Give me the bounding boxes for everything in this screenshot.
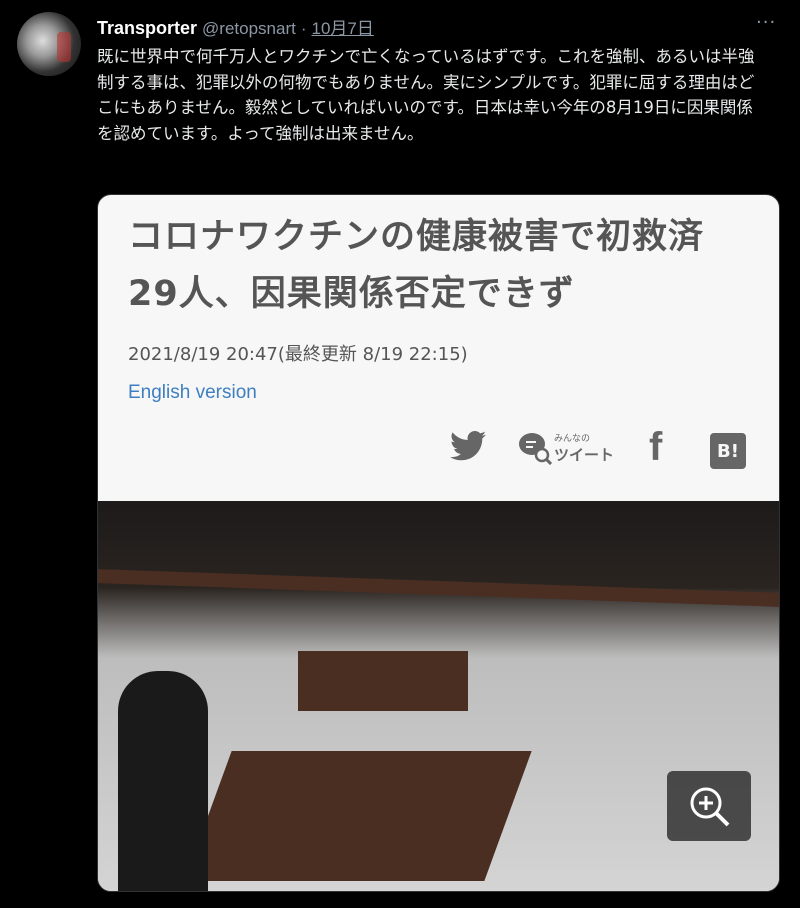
hatena-bookmark-icon: B!: [710, 433, 746, 469]
article-timestamp: 2021/8/19 20:47(最終更新 8/19 22:15): [128, 344, 468, 365]
meeting-photo: [98, 501, 779, 891]
english-version-link: English version: [128, 382, 257, 403]
tweet-text: 既に世界中で何千万人とワクチンで亡くなっているはずです。これを強制、あるいは半強…: [97, 47, 755, 143]
facebook-icon: f: [649, 425, 663, 469]
photo-person: [118, 671, 208, 891]
tweet-date[interactable]: 10月7日: [312, 14, 374, 39]
minna-big-label: ツイート: [554, 446, 615, 464]
display-name[interactable]: Transporter: [97, 18, 197, 39]
article-headline: コロナワクチンの健康被害で初救済 29人、因果関係否定できず: [128, 217, 741, 314]
photo-table-back: [98, 569, 779, 607]
article-image[interactable]: コロナワクチンの健康被害で初救済 29人、因果関係否定できず 2021/8/19…: [97, 194, 780, 892]
handle[interactable]: @retopsnart: [202, 19, 296, 39]
minna-no-tweet-icon: みんなの ツイート: [518, 431, 614, 465]
more-options-icon[interactable]: ···: [756, 12, 776, 33]
twitter-icon: [450, 431, 486, 461]
zoom-in-button[interactable]: [667, 771, 751, 841]
zoom-in-icon: [690, 787, 730, 827]
photo-table-center: [298, 651, 468, 711]
minna-small-label: みんなの: [554, 434, 591, 444]
photo-table-front: [184, 751, 532, 881]
separator: ·: [300, 19, 307, 38]
tweet-header: Transporter @retopsnart · 10月7日: [97, 14, 374, 39]
avatar[interactable]: [17, 12, 81, 76]
